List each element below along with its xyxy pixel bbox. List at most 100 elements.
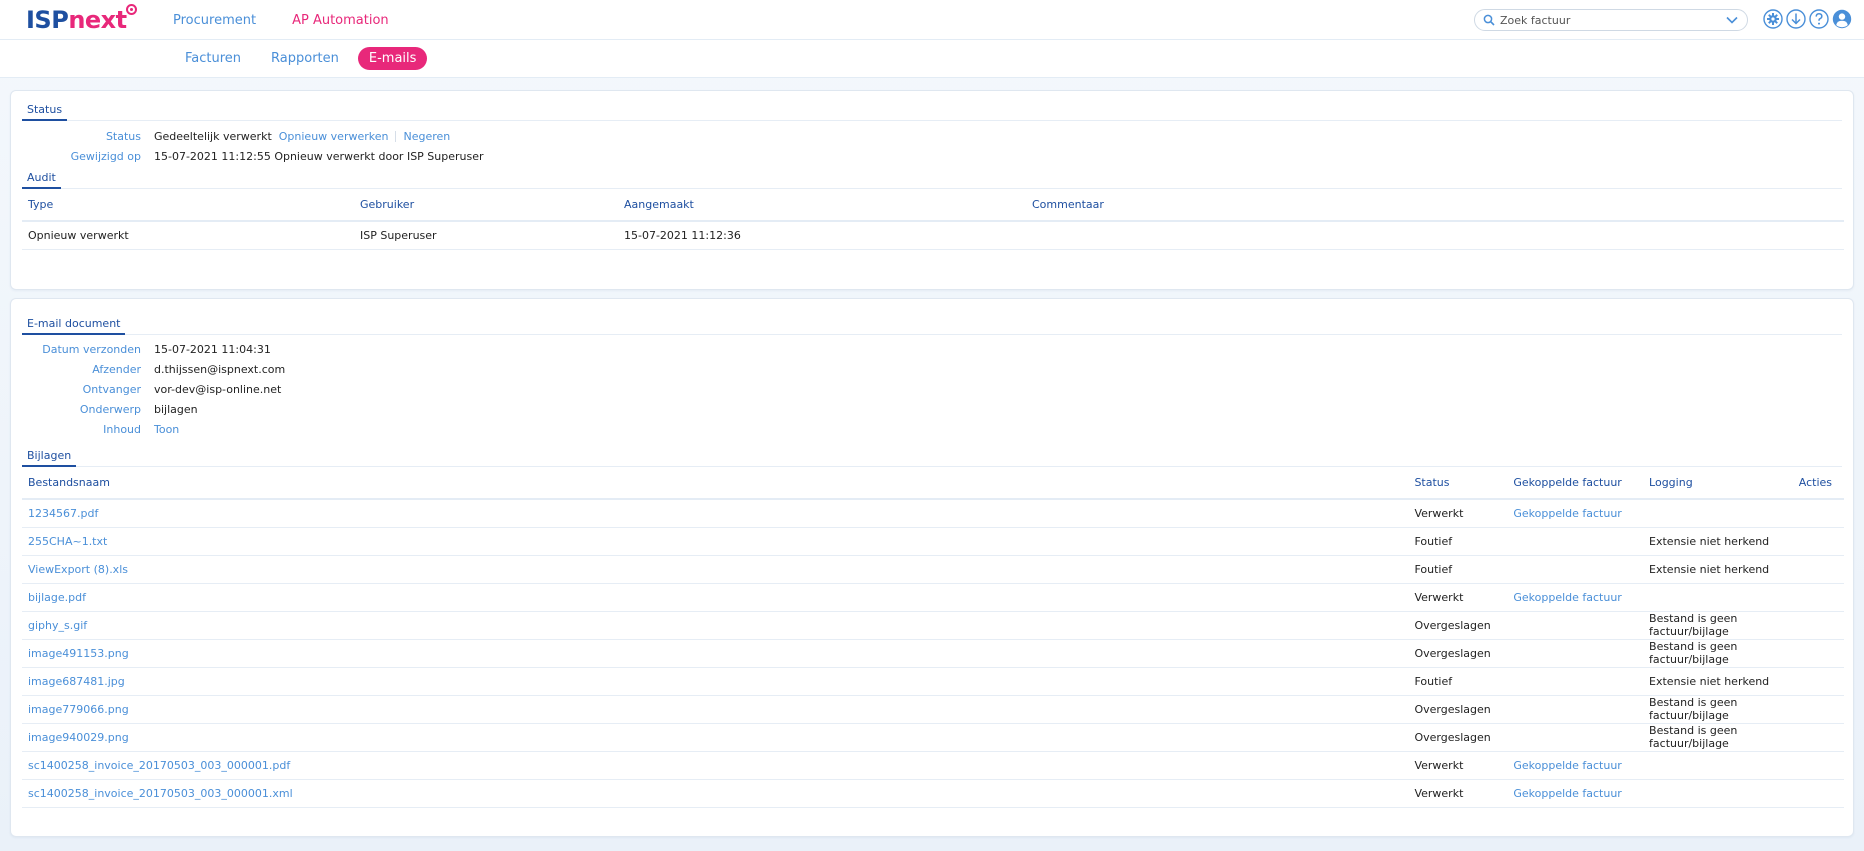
subject-label: Onderwerp — [79, 402, 141, 416]
download-icon[interactable] — [1786, 9, 1806, 29]
table-row: giphy_s.gif Overgeslagen Bestand is geen f… — [22, 611, 1844, 640]
filename-link[interactable]: image491153.png — [28, 647, 129, 660]
tab-e-mails[interactable]: E-mails — [357, 47, 428, 70]
logging-cell — [1643, 583, 1793, 612]
actions-cell — [1792, 527, 1844, 556]
status-cell: Foutief — [1408, 555, 1508, 584]
table-row: bijlage.pdf Verwerkt Gekoppelde factuur — [22, 583, 1844, 612]
email-section-header: E-mail document — [22, 313, 1842, 335]
status-cell: Verwerkt — [1408, 751, 1508, 780]
filename-link[interactable]: 1234567.pdf — [28, 507, 98, 520]
main-nav: Procurement AP Automation — [173, 0, 389, 40]
attachments-header-row: Bestandsnaam Status Gekoppelde factuur L… — [22, 467, 1844, 500]
chevron-down-icon[interactable] — [1725, 13, 1739, 27]
col-actions: Acties — [1792, 467, 1844, 500]
email-section-title: E-mail document — [22, 317, 126, 335]
logging-cell — [1643, 499, 1793, 528]
tab-facturen[interactable]: Facturen — [174, 47, 252, 70]
logo-next-text: next — [68, 6, 127, 34]
audit-col-type: Type — [22, 189, 354, 222]
actions-cell — [1792, 667, 1844, 696]
filename-link[interactable]: giphy_s.gif — [28, 619, 87, 632]
help-icon[interactable] — [1809, 9, 1829, 29]
table-row: ViewExport (8).xls Foutief Extensie niet h… — [22, 555, 1844, 584]
table-row: image940029.png Overgeslagen Bestand is ge… — [22, 723, 1844, 752]
recipient-row: Ontvanger vor-dev@isp-online.net — [22, 379, 1853, 399]
user-icon[interactable] — [1832, 9, 1852, 29]
nav-procurement[interactable]: Procurement — [173, 13, 256, 28]
ispnext-logo[interactable]: ISP next — [26, 4, 137, 34]
audit-type-cell: Opnieuw verwerkt — [22, 221, 354, 250]
audit-user-cell: ISP Superuser — [354, 221, 618, 250]
status-section-title: Status — [22, 103, 68, 121]
linked-invoice-link[interactable]: Gekoppelde factuur — [1513, 507, 1621, 520]
linked-invoice-link[interactable]: Gekoppelde factuur — [1513, 759, 1621, 772]
status-section-header: Status — [22, 99, 1842, 121]
audit-header-row: Type Gebruiker Aangemaakt Commentaar — [22, 189, 1844, 222]
ignore-link[interactable]: Negeren — [403, 130, 450, 143]
status-label: Status — [105, 129, 141, 143]
recipient-value: vor-dev@isp-online.net — [154, 382, 282, 396]
linked-invoice-link[interactable]: Gekoppelde factuur — [1513, 591, 1621, 604]
content-label: Inhoud — [103, 422, 141, 436]
recipient-label: Ontvanger — [82, 382, 141, 396]
audit-created-cell: 15-07-2021 11:12:36 — [618, 221, 1026, 250]
status-cell: Verwerkt — [1408, 499, 1508, 528]
filename-link[interactable]: image940029.png — [28, 731, 129, 744]
col-status: Status — [1408, 467, 1508, 500]
actions-cell — [1792, 611, 1844, 640]
nav-ap-automation[interactable]: AP Automation — [292, 13, 389, 28]
filename-link[interactable]: image687481.jpg — [28, 675, 125, 688]
table-row: Opnieuw verwerkt ISP Superuser 15-07-202… — [22, 221, 1844, 250]
status-cell: Overgeslagen — [1408, 639, 1508, 668]
email-document-panel: E-mail document Datum verzonden 15-07-20… — [10, 298, 1854, 837]
search-box[interactable] — [1474, 9, 1748, 31]
actions-cell — [1792, 555, 1844, 584]
actions-cell — [1792, 723, 1844, 752]
status-cell: Foutief — [1408, 667, 1508, 696]
logo-dot-icon — [125, 4, 137, 15]
filename-link[interactable]: 255CHA~1.txt — [28, 535, 107, 548]
logging-cell: Extensie niet herkend — [1643, 555, 1793, 584]
table-row: image687481.jpg Foutief Extensie niet herk… — [22, 667, 1844, 696]
table-row: image491153.png Overgeslagen Bestand is ge… — [22, 639, 1844, 668]
email-details: Datum verzonden 15-07-2021 11:04:31 Afze… — [22, 339, 1853, 439]
status-cell: Verwerkt — [1408, 779, 1508, 808]
tab-list: Facturen Rapporten E-mails — [174, 47, 428, 70]
filename-link[interactable]: sc1400258_invoice_20170503_003_000001.pd… — [28, 759, 290, 772]
logging-cell: Bestand is geen factuur/bijlage — [1643, 611, 1793, 640]
search-input[interactable] — [1500, 13, 1725, 27]
search-icon — [1483, 14, 1495, 26]
sender-value: d.thijssen@ispnext.com — [154, 362, 286, 376]
filename-link[interactable]: ViewExport (8).xls — [28, 563, 128, 576]
logo-isp-text: ISP — [26, 6, 69, 34]
modified-value: 15-07-2021 11:12:55 Opnieuw verwerkt doo… — [154, 149, 484, 163]
attachments-section-header: Bijlagen — [22, 445, 1842, 467]
status-cell: Verwerkt — [1408, 583, 1508, 612]
settings-icon[interactable] — [1763, 9, 1783, 29]
logging-cell: Extensie niet herkend — [1643, 667, 1793, 696]
top-icons — [1763, 9, 1852, 29]
actions-cell — [1792, 639, 1844, 668]
logging-cell — [1643, 751, 1793, 780]
filename-link[interactable]: sc1400258_invoice_20170503_003_000001.xm… — [28, 787, 293, 800]
table-row: 255CHA~1.txt Foutief Extensie niet herkend — [22, 527, 1844, 556]
audit-col-comment: Commentaar — [1026, 189, 1844, 222]
audit-col-user: Gebruiker — [354, 189, 618, 222]
top-bar: ISP next Procurement AP Automation — [0, 0, 1864, 40]
audit-table: Type Gebruiker Aangemaakt Commentaar Opn… — [22, 189, 1844, 250]
subject-row: Onderwerp bijlagen — [22, 399, 1853, 419]
audit-section-header: Audit — [22, 167, 1842, 189]
status-details: Status Gedeeltelijk verwerkt Opnieuw ver… — [22, 126, 1853, 166]
reprocess-link[interactable]: Opnieuw verwerken — [279, 130, 389, 143]
table-row: image779066.png Overgeslagen Bestand is ge… — [22, 695, 1844, 724]
filename-link[interactable]: image779066.png — [28, 703, 129, 716]
show-content-link[interactable]: Toon — [154, 423, 179, 436]
filename-link[interactable]: bijlage.pdf — [28, 591, 86, 604]
attachments-table: Bestandsnaam Status Gekoppelde factuur L… — [22, 467, 1844, 808]
linked-invoice-link[interactable]: Gekoppelde factuur — [1513, 787, 1621, 800]
tab-rapporten[interactable]: Rapporten — [260, 47, 350, 70]
actions-cell — [1792, 695, 1844, 724]
col-logging: Logging — [1643, 467, 1793, 500]
logging-cell: Bestand is geen factuur/bijlage — [1643, 639, 1793, 668]
